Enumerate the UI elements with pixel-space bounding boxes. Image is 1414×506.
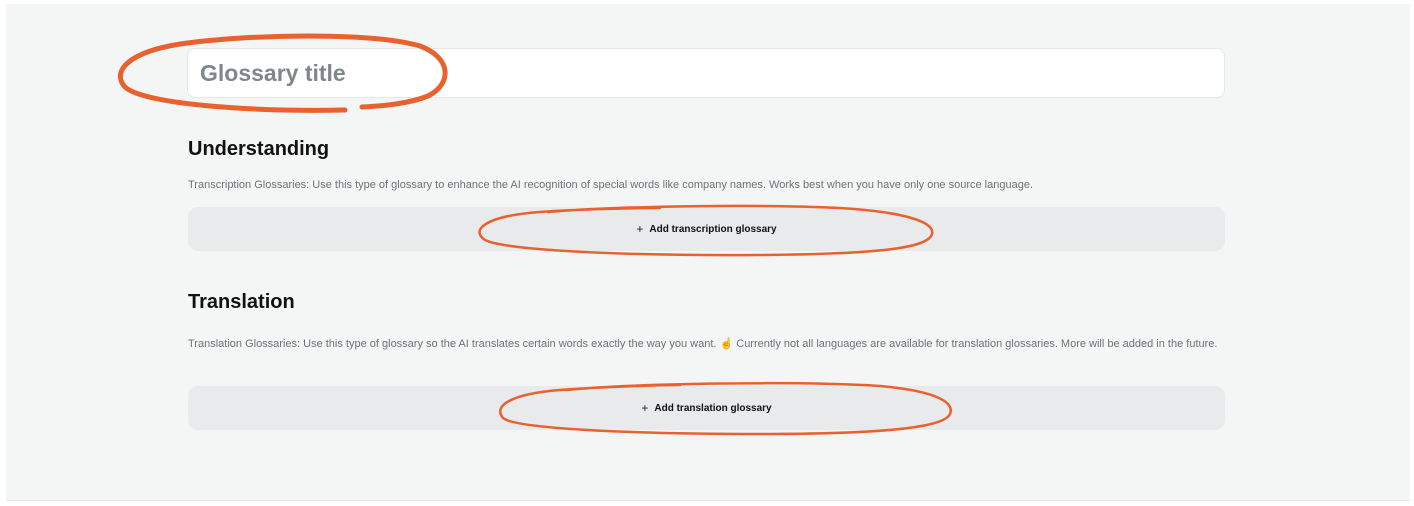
understanding-description: Transcription Glossaries: Use this type … bbox=[188, 179, 1034, 191]
add-transcription-glossary-button[interactable]: + Add transcription glossary bbox=[188, 207, 1225, 251]
plus-icon: + bbox=[641, 401, 649, 415]
translation-description: Translation Glossaries: Use this type of… bbox=[188, 338, 1218, 350]
understanding-heading: Understanding bbox=[188, 138, 330, 160]
add-transcription-glossary-label: Add transcription glossary bbox=[649, 223, 777, 235]
add-translation-glossary-button[interactable]: + Add translation glossary bbox=[188, 386, 1225, 430]
add-translation-glossary-label: Add translation glossary bbox=[654, 402, 772, 414]
plus-icon: + bbox=[636, 222, 644, 236]
translation-heading: Translation bbox=[188, 291, 295, 313]
glossary-title-input[interactable] bbox=[187, 48, 1225, 98]
